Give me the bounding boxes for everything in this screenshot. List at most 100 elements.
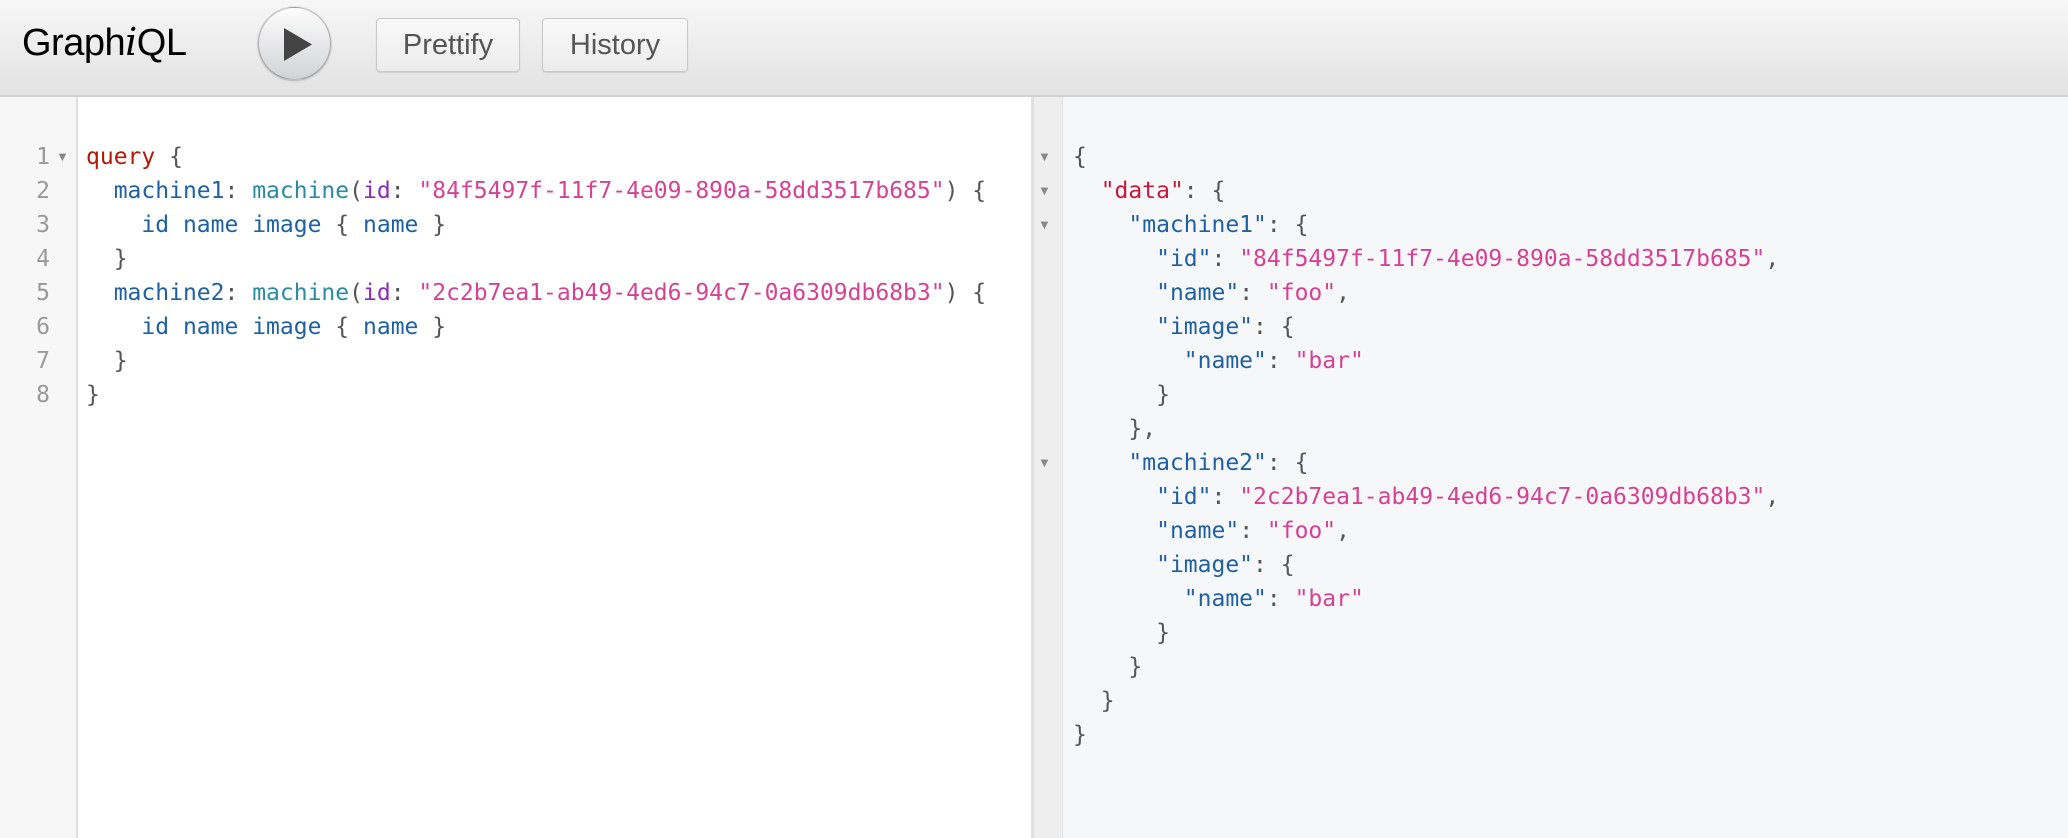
result-token: "84f5497f-11f7-4e09-890a-58dd3517b685" [1239, 246, 1766, 272]
query-editor-gutter: 1 2 3 4 5 6 7 8 ▼ [0, 97, 78, 838]
result-line: } [1073, 378, 1170, 412]
line-number: 3 [36, 212, 50, 238]
result-line: "name": "foo", [1073, 276, 1350, 310]
graphiql-logo: GraphiQL [22, 20, 187, 65]
query-line: } [86, 242, 128, 276]
result-line: } [1073, 650, 1142, 684]
result-token [1073, 586, 1184, 612]
logo-text-italic: i [125, 20, 137, 64]
query-token: query [86, 144, 156, 170]
logo-text-prefix: Graph [22, 22, 126, 64]
query-line: query { [86, 140, 183, 174]
prettify-button[interactable]: Prettify [376, 18, 520, 72]
result-line: } [1073, 718, 1087, 752]
result-token: "name" [1183, 586, 1267, 612]
result-token: "machine2" [1128, 450, 1267, 476]
query-token: name [182, 212, 239, 238]
query-token [86, 314, 141, 340]
query-token: } [418, 314, 447, 340]
line-number: 4 [36, 246, 50, 272]
result-token: "image" [1156, 314, 1254, 340]
history-button[interactable]: History [542, 18, 688, 72]
line-number: 5 [36, 280, 50, 306]
query-token: id [141, 314, 170, 340]
result-line: "name": "bar" [1073, 582, 1364, 616]
query-token [86, 178, 114, 204]
query-token: : [224, 178, 253, 204]
result-token: "name" [1156, 518, 1240, 544]
result-token: , [1765, 484, 1780, 510]
query-token: : [390, 178, 419, 204]
fold-toggle-icon[interactable]: ▼ [56, 140, 69, 174]
fold-toggle-icon[interactable]: ▼ [1038, 140, 1051, 174]
query-editor[interactable]: query { machine1: machine(id: "84f5497f-… [78, 97, 1031, 838]
result-token [1073, 348, 1184, 374]
result-line: } [1073, 684, 1115, 718]
query-token: name [182, 314, 239, 340]
query-token: image [252, 314, 322, 340]
line-number: 2 [36, 178, 50, 204]
result-token: : [1239, 518, 1267, 544]
result-token: } [1073, 620, 1170, 646]
result-token [1073, 280, 1156, 306]
result-token: } [1073, 654, 1143, 680]
fold-toggle-icon[interactable]: ▼ [1038, 208, 1051, 242]
result-line: "image": { [1073, 310, 1295, 344]
result-token: "data" [1100, 178, 1184, 204]
query-line: machine1: machine(id: "84f5497f-11f7-4e0… [86, 174, 986, 208]
result-token: : [1266, 348, 1295, 374]
query-token [86, 212, 141, 238]
query-token [169, 212, 183, 238]
query-token: name [363, 314, 419, 340]
query-token: : [224, 280, 253, 306]
query-token: id [362, 280, 391, 306]
query-token: ( [349, 280, 363, 306]
result-token [1073, 314, 1156, 340]
result-line: "data": { [1073, 174, 1226, 208]
query-token [238, 314, 252, 340]
query-line: } [86, 344, 128, 378]
result-token: , [1336, 280, 1350, 306]
result-token: , [1765, 246, 1780, 272]
result-token: : { [1183, 178, 1226, 204]
result-line: "image": { [1073, 548, 1294, 582]
result-token: "name" [1183, 348, 1267, 374]
fold-toggle-icon[interactable]: ▼ [1038, 446, 1051, 480]
result-token: : { [1266, 450, 1309, 476]
result-viewer: { "data": { "machine1": { "id": "84f5497… [1063, 97, 2068, 838]
result-token [1073, 450, 1128, 476]
query-token: } [86, 348, 128, 374]
query-token [86, 280, 114, 306]
result-token [1073, 246, 1156, 272]
result-token: : [1266, 586, 1295, 612]
result-token [1073, 178, 1101, 204]
result-token: } [1073, 722, 1087, 748]
result-token: "id" [1156, 484, 1212, 510]
query-token: "2c2b7ea1-ab49-4ed6-94c7-0a6309db68b3" [418, 280, 945, 306]
query-token: machine [252, 178, 350, 204]
query-token [238, 212, 252, 238]
result-token: : { [1253, 314, 1295, 340]
result-line: "name": "foo", [1073, 514, 1350, 548]
query-token: ( [349, 178, 363, 204]
execute-query-button[interactable] [258, 7, 331, 80]
result-token: "2c2b7ea1-ab49-4ed6-94c7-0a6309db68b3" [1239, 484, 1766, 510]
query-token: { [321, 212, 363, 238]
toolbar: GraphiQL Prettify History [0, 0, 2068, 97]
result-token: "bar" [1294, 348, 1364, 374]
query-token: "84f5497f-11f7-4e09-890a-58dd3517b685" [418, 178, 945, 204]
result-token: } [1073, 382, 1170, 408]
result-line: "id": "2c2b7ea1-ab49-4ed6-94c7-0a6309db6… [1073, 480, 1779, 514]
result-token: : { [1266, 212, 1309, 238]
result-line: "id": "84f5497f-11f7-4e09-890a-58dd3517b… [1073, 242, 1779, 276]
query-token: } [86, 246, 128, 272]
query-token: ) { [944, 280, 987, 306]
result-token: : [1211, 484, 1240, 510]
result-token [1073, 518, 1156, 544]
fold-toggle-icon[interactable]: ▼ [1038, 174, 1051, 208]
query-token: image [252, 212, 322, 238]
query-token: machine2 [113, 280, 225, 306]
result-line: { [1073, 140, 1087, 174]
result-token: "name" [1156, 280, 1240, 306]
result-token: , [1336, 518, 1350, 544]
